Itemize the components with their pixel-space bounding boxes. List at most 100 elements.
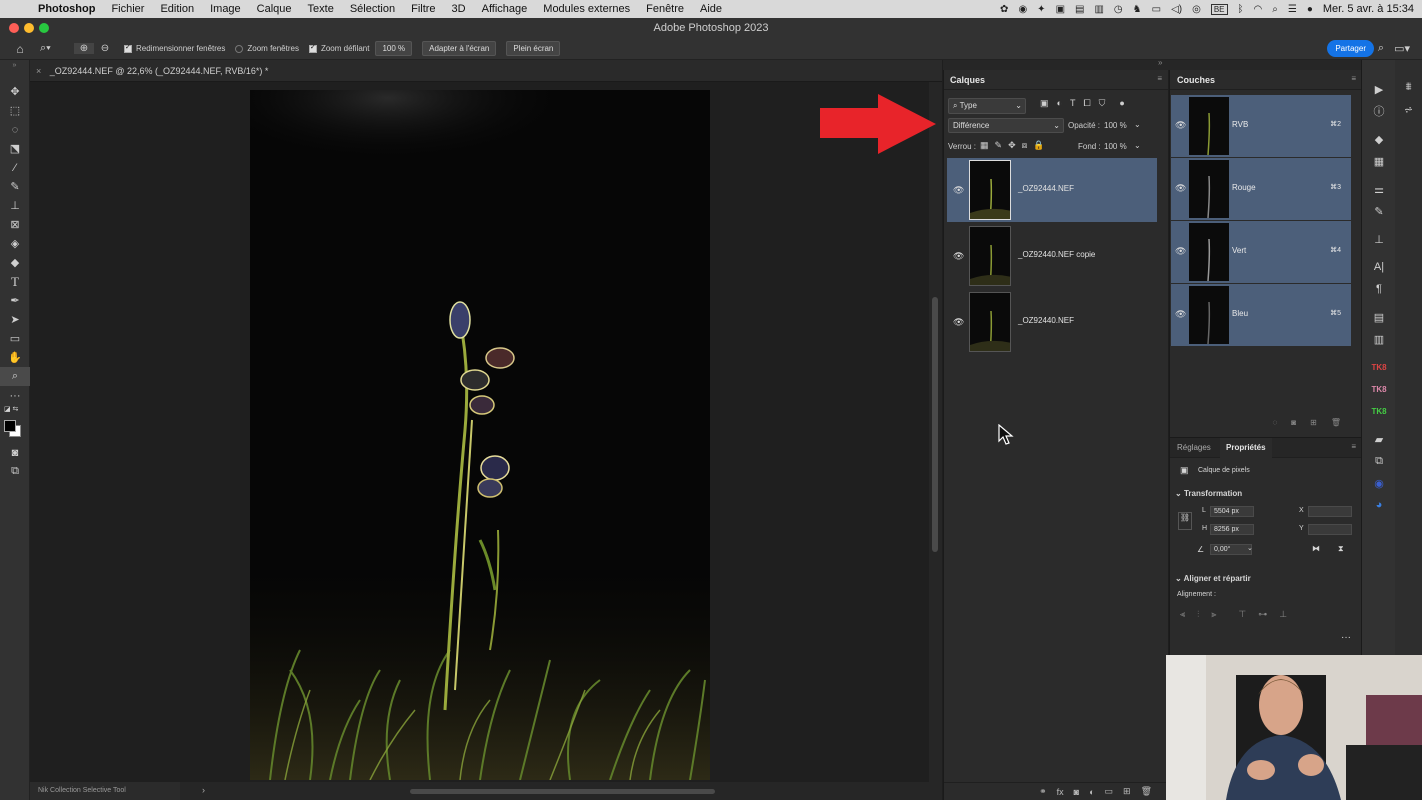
siri-icon[interactable]: ● xyxy=(1307,4,1313,15)
info-icon[interactable]: ⓘ xyxy=(1362,100,1396,122)
visibility-eye-icon[interactable]: 👁 xyxy=(1175,246,1186,257)
filter-pixel-icon[interactable]: ▣ xyxy=(1040,98,1049,109)
delete-channel-icon[interactable]: 🗑 xyxy=(1331,418,1341,432)
visibility-eye-icon[interactable]: 👁 xyxy=(953,251,964,262)
hand-tool-icon[interactable]: ✋ xyxy=(0,348,30,367)
type-tool-icon[interactable]: T xyxy=(0,272,30,291)
3d-icon[interactable]: ◆ xyxy=(1362,128,1396,150)
more-options-icon[interactable]: ··· xyxy=(1341,632,1351,643)
butterfly-icon[interactable]: ✿ xyxy=(1000,4,1008,15)
fill-chevron-icon[interactable]: ⌄ xyxy=(1134,141,1141,150)
zoom-tool-icon[interactable]: ⌕ xyxy=(0,367,30,386)
pen-tool-icon[interactable]: ✒ xyxy=(0,291,30,310)
adjustments-icon[interactable]: ⚌ xyxy=(1362,178,1396,200)
more-tools-icon[interactable]: ··· xyxy=(0,386,30,405)
blend-mode-select[interactable]: Différence ⌄ xyxy=(948,118,1064,133)
plugin-2-icon[interactable]: ⧉ xyxy=(1362,450,1396,472)
angle-field[interactable]: 0,00° xyxy=(1210,544,1252,555)
menu-fichier[interactable]: Fichier xyxy=(103,3,152,15)
flip-vertical-icon[interactable]: ⧗ xyxy=(1338,544,1344,554)
display-status-icon[interactable]: ▭ xyxy=(1152,4,1161,15)
home-icon[interactable]: ⌂ xyxy=(0,42,40,56)
clone-source-icon[interactable]: ⊥ xyxy=(1362,228,1396,250)
tk8-cx-icon[interactable]: TK8 xyxy=(1362,378,1396,400)
object-selection-tool-icon[interactable]: ⬔ xyxy=(0,139,30,158)
layers-panel-title[interactable]: Calques xyxy=(950,75,985,85)
lock-all-icon[interactable]: 🔒 xyxy=(1033,140,1044,151)
zoom-windows-option[interactable]: Zoom fenêtres xyxy=(235,44,299,53)
transform-section-title[interactable]: ⌄ Transformation xyxy=(1175,489,1242,498)
horizontal-scroll-thumb[interactable] xyxy=(410,789,715,794)
filter-adjustment-icon[interactable]: ◐ xyxy=(1057,98,1062,109)
paint-bucket-tool-icon[interactable]: ◆ xyxy=(0,253,30,272)
visibility-eye-icon[interactable]: 👁 xyxy=(953,185,964,196)
menu-affichage[interactable]: Affichage xyxy=(474,3,536,15)
zoom-tool-preset-icon[interactable]: ⌕▾ xyxy=(40,42,74,55)
eraser-tool-icon[interactable]: ◈ xyxy=(0,234,30,253)
align-section-title[interactable]: ⌄ Aligner et répartir xyxy=(1175,574,1251,583)
character-icon[interactable]: A| xyxy=(1362,256,1396,278)
eye-status-icon[interactable]: ◉ xyxy=(1018,4,1027,15)
align-top-icon[interactable]: ⊤ xyxy=(1238,609,1246,620)
channels-panel-menu-icon[interactable]: ≡ xyxy=(1351,74,1356,83)
fill-value[interactable]: 100 % xyxy=(1104,142,1127,151)
libraries-icon[interactable]: ▤ xyxy=(1362,306,1396,328)
layer-row[interactable]: 👁 _OZ92440.NEF copie xyxy=(947,224,1157,288)
screen-status-icon[interactable]: ▤ xyxy=(1075,4,1084,15)
move-tool-icon[interactable]: ✥ xyxy=(0,82,30,101)
document-tab[interactable]: × _OZ92444.NEF @ 22,6% (_OZ92444.NEF, RV… xyxy=(30,60,942,82)
link-layers-icon[interactable]: ⚭ xyxy=(1039,786,1047,797)
swatches-icon[interactable]: ▦ xyxy=(1362,150,1396,172)
quick-mask-icon[interactable]: ◙ xyxy=(0,443,30,462)
zoom-window-button[interactable] xyxy=(39,23,49,33)
y-position-field[interactable] xyxy=(1308,524,1352,535)
layer-filter-type-select[interactable]: ⌕ Type ⌄ xyxy=(948,98,1026,114)
visibility-eye-icon[interactable]: 👁 xyxy=(1175,183,1186,194)
align-left-icon[interactable]: ⫷ xyxy=(1180,609,1185,620)
brush-tool-icon[interactable]: ✎ xyxy=(0,177,30,196)
visibility-eye-icon[interactable]: 👁 xyxy=(953,317,964,328)
channel-row[interactable]: 👁 Rouge ⌘3 xyxy=(1171,158,1351,220)
filter-smart-object-icon[interactable]: ⛉ xyxy=(1099,98,1106,109)
layer-name[interactable]: _OZ92440.NEF copie xyxy=(1018,250,1095,259)
horizontal-scrollbar[interactable]: › xyxy=(180,782,942,800)
tab-properties[interactable]: Propriétés xyxy=(1220,438,1272,458)
screen-mode-icon[interactable]: ⧉ xyxy=(0,462,30,481)
zoom-in-icon[interactable]: ⊕ xyxy=(74,43,94,54)
tab-adjustments[interactable]: Réglages xyxy=(1177,443,1211,452)
resize-windows-checkbox[interactable] xyxy=(124,43,132,53)
scrubby-zoom-option[interactable]: Zoom défilant xyxy=(308,43,369,53)
rectangle-tool-icon[interactable]: ▭ xyxy=(0,329,30,348)
save-selection-icon[interactable]: ◙ xyxy=(1291,418,1296,432)
brush-settings-icon[interactable]: ✎ xyxy=(1362,200,1396,222)
filter-type-icon[interactable]: T xyxy=(1070,98,1076,109)
height-field[interactable]: 8256 px xyxy=(1210,524,1254,535)
plugin-panel-2-icon[interactable]: ⩫ xyxy=(1395,98,1422,120)
fill-screen-button[interactable]: Plein écran xyxy=(506,41,561,56)
visibility-eye-icon[interactable]: 👁 xyxy=(1175,309,1186,320)
layer-row[interactable]: 👁 _OZ92440.NEF xyxy=(947,290,1157,354)
channel-row[interactable]: 👁 Vert ⌘4 xyxy=(1171,221,1351,283)
align-hcenter-icon[interactable]: ⫶ xyxy=(1197,609,1199,620)
stamp-tool-icon[interactable]: ⊥ xyxy=(0,196,30,215)
camera-status-icon[interactable]: ▣ xyxy=(1056,4,1065,15)
app-status-icon[interactable]: ♞ xyxy=(1133,4,1142,15)
angle-chevron-icon[interactable]: ⌄ xyxy=(1247,544,1253,552)
delete-layer-icon[interactable]: 🗑 xyxy=(1141,786,1152,797)
lock-artboard-icon[interactable]: ⧈ xyxy=(1022,140,1028,151)
document-canvas[interactable] xyxy=(250,90,710,780)
cloud-status-icon[interactable]: ✦ xyxy=(1037,4,1045,15)
foreground-color-swatch[interactable] xyxy=(4,420,16,432)
flip-horizontal-icon[interactable]: ⧓ xyxy=(1312,544,1320,553)
workspace-icon[interactable]: ▭▾ xyxy=(1394,42,1410,55)
menu-calque[interactable]: Calque xyxy=(249,3,300,15)
menu-texte[interactable]: Texte xyxy=(300,3,342,15)
plugin-4-icon[interactable]: ◕ xyxy=(1362,494,1396,516)
zoom-windows-checkbox[interactable] xyxy=(235,44,244,53)
bluetooth-icon[interactable]: ᛒ xyxy=(1238,4,1244,15)
menu-image[interactable]: Image xyxy=(202,3,249,15)
path-selection-tool-icon[interactable]: ➤ xyxy=(0,310,30,329)
layer-name[interactable]: _OZ92444.NEF xyxy=(1018,184,1074,193)
canvas-area[interactable] xyxy=(30,82,929,782)
add-mask-icon[interactable]: ◙ xyxy=(1074,787,1079,797)
